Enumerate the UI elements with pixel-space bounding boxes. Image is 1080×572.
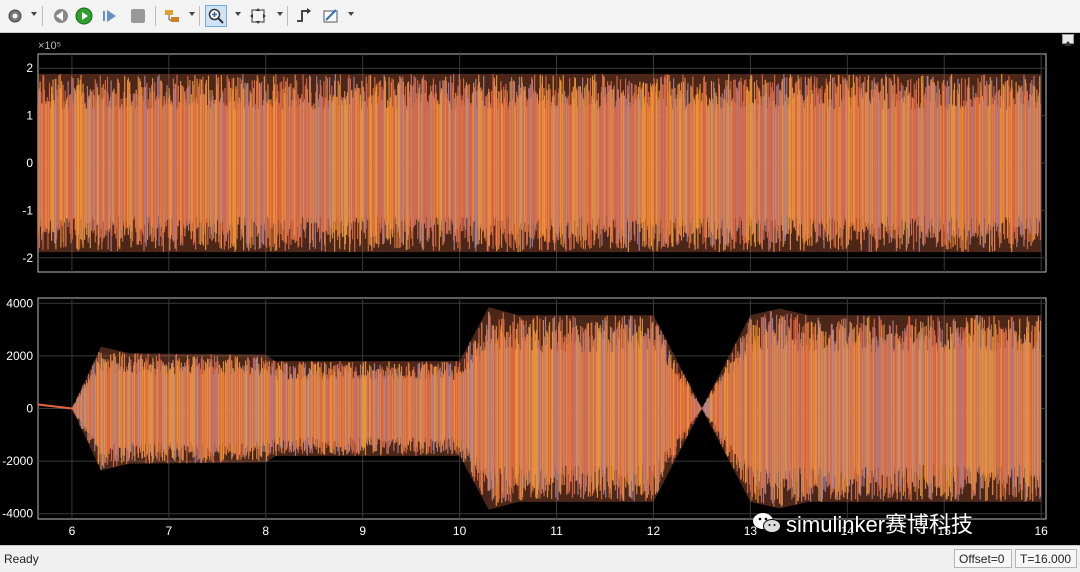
triggers-button[interactable] bbox=[293, 5, 315, 27]
run-button[interactable] bbox=[73, 5, 95, 27]
x-tick-label: 10 bbox=[453, 524, 467, 538]
y-tick-label: -2 bbox=[22, 251, 33, 265]
restore-layout-button[interactable] bbox=[1062, 34, 1074, 46]
highlight-icon bbox=[165, 10, 179, 22]
x-tick-label: 6 bbox=[69, 524, 76, 538]
watermark-text: simulinker赛博科技 bbox=[786, 512, 974, 537]
toolbar-separator bbox=[199, 6, 200, 26]
step-forward-icon bbox=[103, 10, 116, 22]
y-tick-label: 2 bbox=[26, 61, 33, 75]
highlight-dropdown-icon[interactable] bbox=[189, 12, 195, 16]
x-tick-label: 11 bbox=[550, 524, 563, 538]
lower-axes: -4000-20000200040006 7 8 9 10 11 12 13 14 15 16 bbox=[2, 296, 1048, 538]
stop-icon bbox=[131, 9, 145, 23]
scope-display: -2 -1 0 1 2 ×10⁵ -4000 -2000 0 2000 4000 6 7 8 9 10 11 1… bbox=[0, 33, 1080, 545]
zoom-in-icon bbox=[208, 8, 224, 24]
x-tick-label: 7 bbox=[166, 524, 173, 538]
settings-dropdown-icon[interactable] bbox=[31, 12, 37, 16]
run-icon bbox=[75, 7, 93, 25]
measurements-button[interactable] bbox=[320, 5, 342, 27]
y-tick-label: 0 bbox=[26, 402, 33, 416]
toolbar-separator bbox=[287, 6, 288, 26]
status-bar: Ready Offset=0 T=16.000 bbox=[0, 545, 1080, 572]
y-tick-label: -2000 bbox=[2, 454, 33, 468]
autoscale-icon bbox=[250, 8, 266, 24]
autoscale-button[interactable] bbox=[247, 5, 269, 27]
status-text: Ready bbox=[4, 552, 39, 566]
stop-button[interactable] bbox=[127, 5, 149, 27]
time-readout: T=16.000 bbox=[1015, 549, 1077, 568]
x-tick-label: 8 bbox=[262, 524, 269, 538]
y-tick-label: -4000 bbox=[2, 507, 33, 521]
y-tick-label: 2000 bbox=[6, 349, 33, 363]
measurements-dropdown-icon[interactable] bbox=[348, 12, 354, 16]
scope-toolbar bbox=[0, 0, 1080, 33]
restore-icon bbox=[1064, 41, 1072, 46]
y-tick-label: 0 bbox=[26, 156, 33, 170]
y-tick-label: 1 bbox=[26, 109, 33, 123]
watermark: simulinker赛博科技 bbox=[752, 508, 973, 538]
settings-button[interactable] bbox=[4, 5, 26, 27]
trigger-icon bbox=[297, 8, 311, 22]
zoom-dropdown-icon[interactable] bbox=[235, 12, 241, 16]
axis-exponent-label: ×10⁵ bbox=[38, 40, 61, 52]
signal-trace bbox=[37, 73, 1042, 253]
y-tick-label: 4000 bbox=[6, 296, 33, 310]
toolbar-separator bbox=[155, 6, 156, 26]
offset-readout: Offset=0 bbox=[954, 549, 1012, 568]
toolbar-separator bbox=[42, 6, 43, 26]
autoscale-dropdown-icon[interactable] bbox=[277, 12, 283, 16]
signal-envelope bbox=[38, 73, 1042, 253]
x-tick-label: 16 bbox=[1034, 524, 1048, 538]
x-tick-label: 12 bbox=[647, 524, 661, 538]
step-forward-button[interactable] bbox=[99, 5, 121, 27]
scope-plots: -2-1012×10⁵ -4000-20000200040006 7 8 9 10 11 1… bbox=[2, 40, 1048, 538]
x-tick-label: 9 bbox=[359, 524, 366, 538]
y-tick-label: -1 bbox=[22, 203, 33, 217]
step-back-button[interactable] bbox=[49, 5, 71, 27]
highlight-button[interactable] bbox=[161, 5, 183, 27]
gear-icon bbox=[8, 9, 22, 23]
wechat-icon bbox=[753, 513, 781, 533]
measure-icon bbox=[323, 9, 338, 23]
upper-axes: -2 -1 0 1 2 ×10⁵ bbox=[22, 40, 1047, 273]
zoom-in-button[interactable] bbox=[205, 5, 227, 27]
step-back-icon bbox=[54, 9, 68, 23]
